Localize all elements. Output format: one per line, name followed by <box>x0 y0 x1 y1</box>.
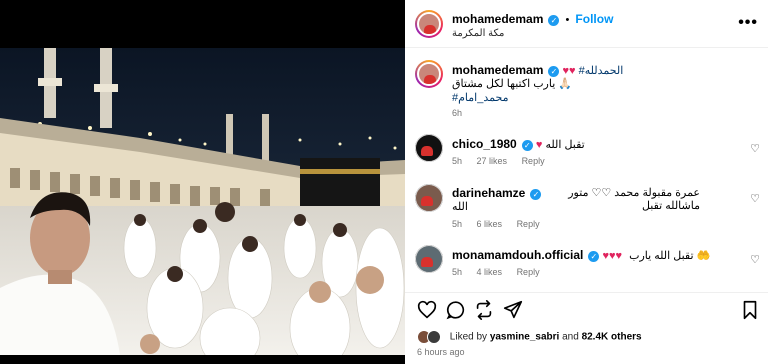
likes-user[interactable]: yasmine_sabri <box>490 332 560 343</box>
caption-avatar[interactable] <box>415 60 443 88</box>
post-timestamp[interactable]: 6 hours ago <box>417 347 465 357</box>
likes-prefix: Liked by <box>449 331 488 343</box>
share-icon[interactable] <box>473 299 495 321</box>
comment-username[interactable]: chico_1980 <box>452 137 517 151</box>
comment-time: 5h <box>452 267 463 277</box>
comment-meta: 5h 6 likes Reply <box>452 219 540 229</box>
liker-avatars <box>417 330 443 344</box>
likes-mid: and <box>562 331 579 343</box>
bookmark-icon[interactable] <box>739 299 761 321</box>
comment-like-icon[interactable]: ♡ <box>750 192 760 205</box>
comment-hearts: ♥ <box>535 139 543 151</box>
comment-avatar[interactable] <box>415 134 443 162</box>
reply-button[interactable]: Reply <box>517 267 540 277</box>
author-avatar[interactable] <box>415 10 443 38</box>
comment-icon[interactable] <box>445 299 467 321</box>
follow-button[interactable]: Follow <box>575 12 613 26</box>
comment-likes[interactable]: 6 likes <box>477 219 503 229</box>
comment-text: عمرة مقبولة محمد ♡♡ متور ماشالله تقبل <box>568 187 700 212</box>
comment-item: chico_1980 ✓ ♥ تقبل الله 5h 27 likes Rep… <box>405 132 768 172</box>
caption-time: 6h <box>452 108 463 118</box>
comment-meta: 5h 27 likes Reply <box>452 156 545 166</box>
comment-text: تقبل الله <box>545 139 585 151</box>
comment-likes[interactable]: 27 likes <box>477 156 508 166</box>
caption-text: يارب اكتبها لكل مشتاق 🙏🏻 <box>452 78 573 90</box>
caption-hearts: ♥♥ <box>562 65 576 77</box>
comment-meta: 5h 4 likes Reply <box>452 267 540 277</box>
caption-username[interactable]: mohamedemam <box>452 63 543 77</box>
verified-icon: ✓ <box>548 14 560 26</box>
post-location[interactable]: مكة المكرمة <box>452 28 504 39</box>
author-username[interactable]: mohamedemam <box>452 12 543 26</box>
caption: mohamedemam ✓ ♥♥ #الحمدلله يارب اكتبها ل… <box>405 58 768 120</box>
comment-time: 5h <box>452 156 463 166</box>
comment-text-cont: الله <box>452 201 468 213</box>
comment-username[interactable]: monamamdouh.official <box>452 248 583 262</box>
comment-like-icon[interactable]: ♡ <box>750 253 760 266</box>
comment-likes[interactable]: 4 likes <box>477 267 503 277</box>
likes-summary[interactable]: Liked by yasmine_sabri and 82.4K others <box>417 330 642 344</box>
comment-avatar[interactable] <box>415 245 443 273</box>
kaaba-selfie-image <box>0 48 405 355</box>
comment-hearts: ♥♥♥ <box>602 250 623 262</box>
more-options-icon[interactable]: ••• <box>738 14 758 32</box>
post-media[interactable] <box>0 0 405 364</box>
comment-time: 5h <box>452 219 463 229</box>
post-panel: mohamedemam ✓ • Follow مكة المكرمة ••• m… <box>405 0 768 364</box>
caption-hashtag[interactable]: #الحمدلله <box>579 65 624 77</box>
verified-icon: ✓ <box>548 65 560 77</box>
reply-button[interactable]: Reply <box>517 219 540 229</box>
comment-like-icon[interactable]: ♡ <box>750 142 760 155</box>
reply-button[interactable]: Reply <box>522 156 545 166</box>
caption-tag[interactable]: #محمد_امام <box>452 91 508 104</box>
comment-item: darinehamze ✓ عمرة مقبولة محمد ♡♡ متور م… <box>405 182 768 234</box>
likes-count[interactable]: 82.4K others <box>582 332 642 343</box>
post-photo[interactable] <box>0 48 405 355</box>
comment-item: monamamdouh.official ✓ ♥♥♥ تقبل الله يار… <box>405 243 768 285</box>
verified-icon: ✓ <box>588 250 600 262</box>
action-bar <box>405 292 768 322</box>
send-icon[interactable] <box>502 299 524 321</box>
comment-avatar[interactable] <box>415 184 443 212</box>
heart-icon[interactable] <box>416 299 438 321</box>
separator-dot: • <box>565 14 570 26</box>
post-header: mohamedemam ✓ • Follow مكة المكرمة ••• <box>405 0 768 48</box>
verified-icon: ✓ <box>521 139 533 151</box>
comment-text: تقبل الله يارب 🤲 <box>629 250 711 262</box>
